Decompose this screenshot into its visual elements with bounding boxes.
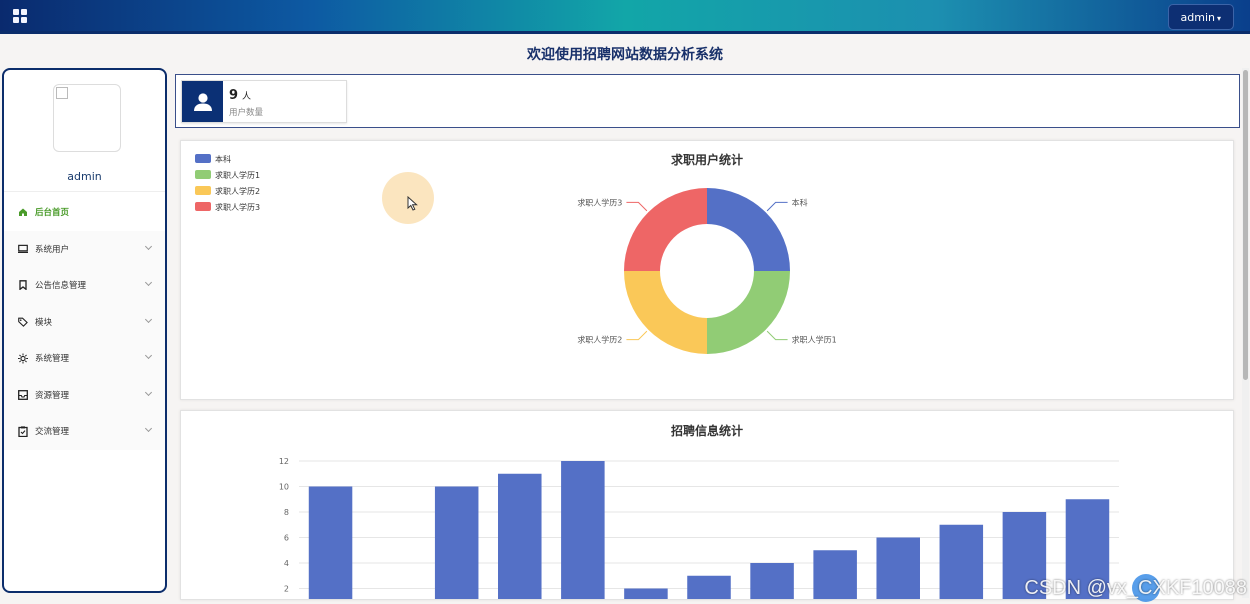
sidebar-item-module[interactable]: 模块 <box>4 303 165 340</box>
home-icon <box>18 207 28 217</box>
user-count-value: 9 <box>229 88 239 103</box>
chevron-down-icon: ▾ <box>1216 14 1221 23</box>
avatar <box>53 84 121 152</box>
sidebar-item-label: 资源管理 <box>35 390 70 401</box>
recruitment-bar-chart: 招聘信息统计 2 4 6 8 10 12 <box>279 423 1119 604</box>
bar[interactable] <box>876 537 920 604</box>
sidebar-divider <box>4 191 165 192</box>
pie-label-line <box>766 201 788 212</box>
user-count-label: 用户数量 <box>229 108 264 118</box>
user-icon <box>182 81 223 122</box>
y-tick-label: 2 <box>284 585 289 594</box>
sidebar-item-label: 交流管理 <box>35 427 70 438</box>
sidebar-item-notice-management[interactable]: 公告信息管理 <box>4 267 165 304</box>
sidebar-item-label: 后台首页 <box>35 208 70 219</box>
pie-chart-title: 求职用户统计 <box>671 152 743 167</box>
chevron-down-icon <box>144 278 153 287</box>
bar[interactable] <box>750 563 794 604</box>
pie-label-line <box>766 330 788 341</box>
monitor-icon <box>18 244 28 254</box>
chevron-down-icon <box>144 351 153 360</box>
admin-dropdown-label: admin <box>1180 11 1215 24</box>
recruitment-chart-card: 招聘信息统计 2 4 6 8 10 12 <box>180 410 1234 604</box>
sidebar-item-label: 系统管理 <box>35 354 70 365</box>
y-tick-label: 8 <box>284 508 289 517</box>
legend-label[interactable]: 求职人学历1 <box>215 170 260 180</box>
pie-label-line <box>626 201 648 212</box>
sidebar-item-home[interactable]: 后台首页 <box>4 194 165 231</box>
admin-dropdown-button[interactable]: admin ▾ <box>1167 4 1234 30</box>
legend-swatch[interactable] <box>195 202 211 211</box>
pie-slice[interactable] <box>707 188 790 271</box>
y-tick-label: 12 <box>279 457 289 466</box>
pie-slice-label: 求职人学历3 <box>577 197 622 207</box>
sidebar-item-system-management[interactable]: 系统管理 <box>4 340 165 377</box>
page-scrollbar-thumb[interactable] <box>1243 70 1248 380</box>
pie-label-line <box>626 330 648 341</box>
pie-slice[interactable] <box>624 188 707 271</box>
y-tick-label: 10 <box>279 483 289 492</box>
chevron-down-icon <box>144 242 153 250</box>
user-count-unit: 人 <box>242 92 252 102</box>
broken-image-icon <box>56 87 68 99</box>
user-count-card: 9人 用户数量 <box>181 80 347 123</box>
sidebar-menu: 后台首页 系统用户 公告信息管理 模块 系统管理 资源管理 交流管理 <box>4 194 165 450</box>
sidebar-item-communication-management[interactable]: 交流管理 <box>4 413 165 450</box>
sidebar: admin 后台首页 系统用户 公告信息管理 模块 系统管理 资源管理 交流管理 <box>2 68 167 593</box>
sidebar-item-resource-management[interactable]: 资源管理 <box>4 376 165 413</box>
bar[interactable] <box>498 473 542 604</box>
legend-swatch[interactable] <box>195 170 211 179</box>
sidebar-item-system-users[interactable]: 系统用户 <box>4 230 165 267</box>
bar[interactable] <box>561 461 605 604</box>
chevron-down-icon <box>144 315 153 323</box>
tag-icon <box>18 317 28 327</box>
sidebar-item-label: 模块 <box>35 317 53 328</box>
sun-gear-icon <box>18 353 28 364</box>
sidebar-item-label: 系统用户 <box>35 244 70 255</box>
bar[interactable] <box>624 588 668 604</box>
watermark-text: CSDN @vx_CXKF10088 <box>1024 577 1247 599</box>
sidebar-item-label: 公告信息管理 <box>35 281 87 292</box>
pie-slice[interactable] <box>707 271 790 354</box>
bar-chart-title: 招聘信息统计 <box>671 423 743 438</box>
inbox-icon <box>18 389 28 400</box>
chevron-down-icon <box>144 388 153 396</box>
pie-slice[interactable] <box>624 271 707 354</box>
bar[interactable] <box>434 486 479 604</box>
pie-slice-label: 求职人学历1 <box>792 335 837 345</box>
bar[interactable] <box>939 524 984 604</box>
bookmark-icon <box>18 280 28 291</box>
mouse-cursor-icon <box>407 196 418 211</box>
legend-label[interactable]: 本科 <box>215 154 231 164</box>
y-tick-label: 4 <box>284 559 289 568</box>
bar[interactable] <box>813 550 857 604</box>
chevron-down-icon <box>144 424 153 433</box>
y-tick-label: 6 <box>284 534 289 543</box>
legend-label[interactable]: 求职人学历3 <box>215 202 260 212</box>
pie-slice-label: 本科 <box>792 197 808 207</box>
top-bar: admin ▾ <box>0 0 1250 34</box>
page-title: 欢迎使用招聘网站数据分析系统 <box>527 47 723 63</box>
legend-swatch[interactable] <box>195 154 211 163</box>
job-seeker-donut-chart: 求职用户统计本科求职人学历1求职人学历2求职人学历3本科求职人学历1求职人学历2… <box>195 152 837 354</box>
bar[interactable] <box>308 486 353 604</box>
bar[interactable] <box>687 575 731 604</box>
legend-label[interactable]: 求职人学历2 <box>215 186 260 196</box>
stats-panel: 9人 用户数量 <box>175 74 1240 128</box>
job-seeker-chart-card: 求职用户统计 本科 求职人学历1 求职人学历2 求职人学历3 本科 求职人学历1 求职人学历2… <box>180 140 1234 400</box>
pie-slice-label: 求职人学历2 <box>577 335 622 345</box>
legend-swatch[interactable] <box>195 186 211 195</box>
clipboard-icon <box>18 426 28 437</box>
menu-grid-icon[interactable] <box>13 9 28 24</box>
sidebar-username: admin <box>67 170 102 183</box>
